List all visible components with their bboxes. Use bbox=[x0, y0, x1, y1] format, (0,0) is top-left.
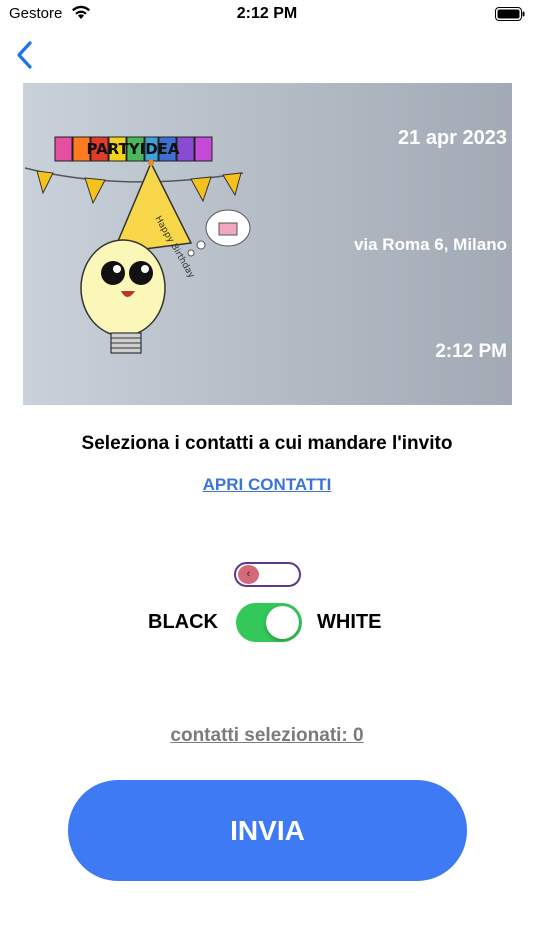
small-toggle-knob: ‹ bbox=[238, 565, 259, 584]
battery-icon bbox=[495, 7, 525, 21]
small-toggle[interactable]: ‹ bbox=[234, 562, 301, 587]
invite-time: 2:12 PM bbox=[435, 341, 507, 362]
selected-contacts-count[interactable]: contatti selezionati: 0 bbox=[0, 725, 534, 747]
white-label: WHITE bbox=[317, 611, 382, 633]
contacts-prompt: Seleziona i contatti a cui mandare l'inv… bbox=[81, 433, 453, 454]
black-label: BLACK bbox=[148, 611, 218, 633]
back-button[interactable] bbox=[12, 38, 42, 72]
open-contacts-link[interactable]: APRI CONTATTI bbox=[0, 475, 534, 495]
status-bar: Gestore 2:12 PM bbox=[0, 0, 534, 30]
send-button[interactable]: INVIA bbox=[68, 780, 467, 881]
logo-text: PARTYIDEA bbox=[86, 140, 179, 158]
invite-place: via Roma 6, Milano bbox=[353, 235, 507, 254]
invite-card: PARTYIDEA Happy Birthday 21 apr 2023 via… bbox=[23, 83, 512, 405]
theme-toggle[interactable] bbox=[236, 603, 302, 642]
status-time: 2:12 PM bbox=[236, 5, 298, 22]
party-bulb-illustration: PARTYIDEA Happy Birthday bbox=[24, 136, 251, 354]
chevron-left-icon bbox=[17, 41, 32, 69]
invite-date: 21 apr 2023 bbox=[398, 127, 507, 149]
theme-toggle-knob bbox=[266, 606, 299, 639]
